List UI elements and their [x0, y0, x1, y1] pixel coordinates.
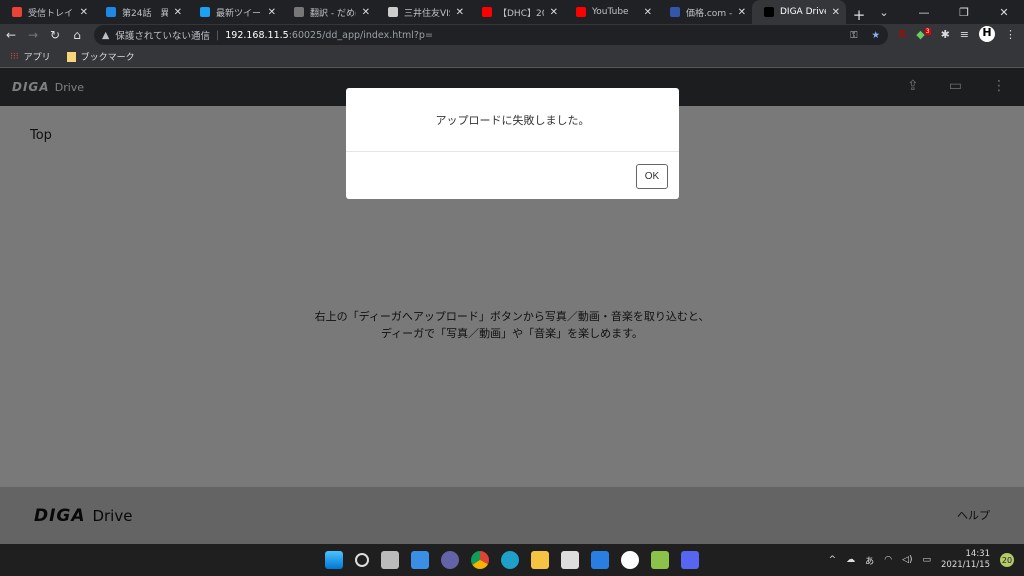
apps-grid-icon: ⁝⁝⁝ [10, 51, 19, 62]
extension-icon[interactable]: ◆3 [916, 27, 931, 41]
favicon-icon [576, 7, 586, 17]
close-window-button[interactable]: ✕ [984, 6, 1024, 19]
favicon-icon [294, 7, 304, 17]
taskbar: ^ ☁ あ ◠ ◁) ▭ 14:31 2021/11/15 20 [0, 544, 1024, 576]
extensions-puzzle-icon[interactable]: ✱ [941, 28, 950, 41]
store-icon[interactable] [561, 551, 579, 569]
favicon-icon [12, 7, 22, 17]
chevron-up-icon[interactable]: ^ [829, 555, 837, 565]
tab-title: DIGA Drive [780, 7, 826, 17]
bookmarks-bar: ⁝⁝⁝ アプリ ブックマーク [0, 46, 1024, 68]
tab-title: 受信トレイ (3) - [28, 8, 74, 19]
tab-title: 最新ツイート / T [216, 8, 262, 19]
mail-icon[interactable] [591, 551, 609, 569]
close-tab-icon[interactable]: ✕ [174, 7, 182, 18]
dell-icon[interactable] [621, 551, 639, 569]
favicon-icon [200, 7, 210, 17]
security-label: 保護されていない通信 [115, 31, 211, 42]
favicon-icon [106, 7, 116, 17]
clock[interactable]: 14:31 2021/11/15 [941, 549, 990, 571]
reload-icon[interactable]: ↻ [44, 28, 66, 42]
browser-tab[interactable]: DIGA Drive ✕ [752, 0, 846, 24]
browser-tab[interactable]: 翻訳 - だめぽア ✕ [282, 0, 376, 24]
start-icon[interactable] [325, 551, 343, 569]
browser-tab[interactable]: 【DHC】20 ✕ [470, 0, 564, 24]
forward-icon[interactable]: → [22, 28, 44, 42]
bookmark-label: アプリ [23, 53, 51, 63]
close-tab-icon[interactable]: ✕ [362, 7, 370, 18]
close-tab-icon[interactable]: ✕ [644, 7, 652, 18]
dialog-message: アップロードに失敗しました。 [346, 88, 679, 152]
close-tab-icon[interactable]: ✕ [550, 7, 558, 18]
search-icon[interactable] [355, 553, 369, 567]
browser-tab[interactable]: 第24話 異世 ✕ [94, 0, 188, 24]
favicon-icon [388, 7, 398, 17]
file-explorer-icon[interactable] [531, 551, 549, 569]
ok-button[interactable]: OK [636, 164, 668, 189]
bookmark-label: ブックマーク [80, 53, 135, 63]
minimize-button[interactable]: — [904, 6, 944, 19]
extension-badge: 3 [924, 27, 931, 35]
app-icon[interactable] [651, 551, 669, 569]
close-tab-icon[interactable]: ✕ [80, 7, 88, 18]
browser-tab[interactable]: 最新ツイート / T ✕ [188, 0, 282, 24]
chrome-icon[interactable] [471, 551, 489, 569]
menu-icon[interactable]: ⋮ [1005, 28, 1016, 41]
close-tab-icon[interactable]: ✕ [738, 7, 746, 18]
rakuten-extension-icon[interactable]: R [899, 28, 907, 41]
tab-title: 【DHC】20 [498, 8, 544, 19]
close-tab-icon[interactable]: ✕ [456, 7, 464, 18]
browser-tab[interactable]: 受信トレイ (3) - ✕ [0, 0, 94, 24]
ime-indicator[interactable]: あ [865, 554, 874, 567]
warning-icon: ▲ [102, 29, 110, 41]
widgets-icon[interactable] [411, 551, 429, 569]
bookmark-folder[interactable]: ブックマーク [66, 50, 135, 63]
key-icon[interactable]: ⚿ [850, 30, 857, 41]
tab-title: YouTube [592, 7, 629, 17]
address-bar[interactable]: ▲ 保護されていない通信 | 192.168.11.5:60025/dd_app… [94, 25, 888, 45]
browser-tab[interactable]: 価格.com - パ ✕ [658, 0, 752, 24]
url-path: :60025/dd_app/index.html?p= [288, 29, 433, 41]
task-view-icon[interactable] [381, 551, 399, 569]
tab-title: 第24話 異世 [122, 8, 168, 19]
onedrive-icon[interactable]: ☁ [846, 555, 855, 565]
error-dialog: アップロードに失敗しました。 OK [346, 88, 679, 199]
maximize-button[interactable]: ❐ [944, 6, 984, 19]
favicon-icon [482, 7, 492, 17]
back-icon[interactable]: ← [0, 28, 22, 42]
tab-title: 価格.com - パ [686, 8, 732, 19]
battery-icon[interactable]: ▭ [922, 555, 931, 565]
notification-badge[interactable]: 20 [1000, 553, 1014, 567]
edge-icon[interactable] [501, 551, 519, 569]
favicon-icon [764, 7, 774, 17]
wifi-icon[interactable]: ◠ [884, 555, 892, 565]
discord-icon[interactable] [681, 551, 699, 569]
tab-title: 三井住友VISA [404, 8, 450, 19]
chat-icon[interactable] [441, 551, 459, 569]
reading-list-icon[interactable]: ≡ [960, 28, 969, 41]
bookmark-star-icon[interactable]: ★ [871, 30, 880, 41]
close-tab-icon[interactable]: ✕ [832, 7, 840, 18]
url-host: 192.168.11.5 [225, 29, 289, 41]
favicon-icon [670, 7, 680, 17]
close-tab-icon[interactable]: ✕ [268, 7, 276, 18]
profile-avatar[interactable]: H [979, 26, 995, 42]
window-controls: ⌄ — ❐ ✕ [864, 0, 1024, 24]
browser-toolbar: ← → ↻ ⌂ ▲ 保護されていない通信 | 192.168.11.5:6002… [0, 24, 1024, 46]
folder-icon [66, 51, 76, 62]
volume-icon[interactable]: ◁) [902, 555, 912, 565]
tab-search-icon[interactable]: ⌄ [864, 6, 904, 19]
home-icon[interactable]: ⌂ [66, 28, 88, 42]
browser-tab[interactable]: YouTube ✕ [564, 0, 658, 24]
browser-tab[interactable]: 三井住友VISA ✕ [376, 0, 470, 24]
bookmark-apps[interactable]: ⁝⁝⁝ アプリ [10, 50, 51, 64]
system-tray: ^ ☁ あ ◠ ◁) ▭ 14:31 2021/11/15 20 [829, 544, 1014, 576]
tab-title: 翻訳 - だめぽア [310, 8, 356, 19]
